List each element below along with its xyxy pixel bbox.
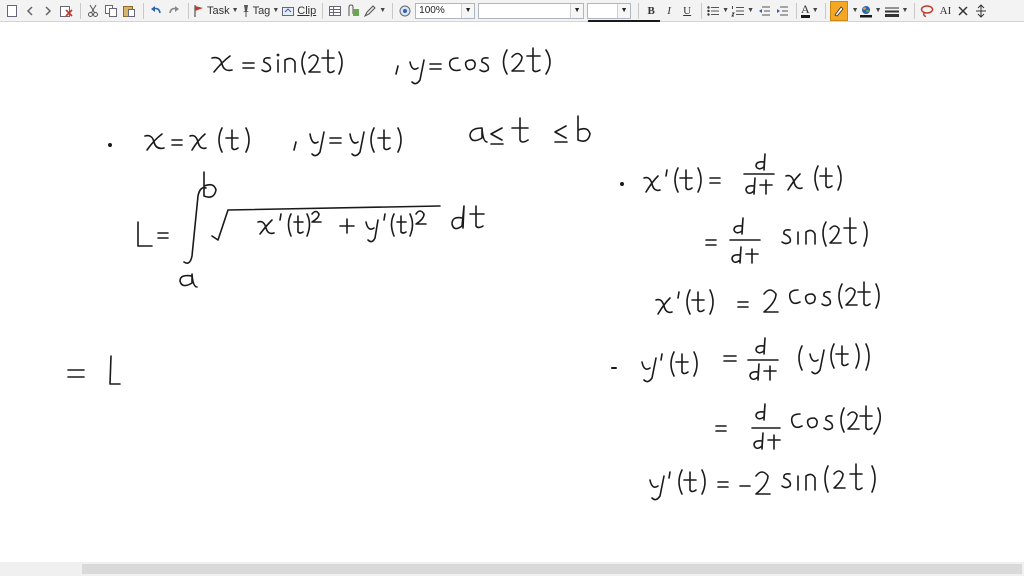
flag-icon (194, 4, 203, 17)
superscript-button[interactable]: AΙ (937, 2, 953, 20)
chevron-down-icon: ▼ (617, 3, 631, 18)
next-page-icon[interactable] (40, 2, 56, 20)
chevron-down-icon: ▼ (851, 7, 859, 14)
toolbar-separator (392, 2, 394, 19)
expand-vertical-icon[interactable] (973, 2, 989, 20)
toolbar-separator (188, 2, 189, 19)
zoom-select[interactable]: 100% ▼ (415, 2, 476, 19)
zoom-value: 100% (419, 5, 445, 16)
paste-icon[interactable] (121, 2, 137, 20)
task-button[interactable]: Task ▼ (193, 2, 239, 20)
clip-label: Clip (297, 4, 317, 17)
equation-line-2 (108, 115, 591, 157)
toolbar-separator (80, 2, 81, 19)
copy-icon[interactable] (103, 2, 119, 20)
horizontal-scrollbar[interactable] (0, 562, 1024, 576)
redo-icon[interactable] (166, 2, 182, 20)
chevron-down-icon: ▼ (747, 7, 755, 14)
derivative-x-result (655, 281, 880, 315)
table-icon[interactable] (327, 2, 343, 20)
line-width-icon[interactable]: ▼ (884, 2, 909, 20)
derivative-x-step (705, 217, 868, 264)
bold-button[interactable]: B (643, 2, 659, 20)
derivative-x (619, 153, 842, 195)
text-color-button[interactable]: A ▼ (801, 2, 819, 20)
toolbar-separator (824, 2, 826, 19)
derivative-y (611, 337, 870, 383)
numbered-list-icon[interactable]: ▼ (731, 2, 754, 20)
undo-icon[interactable] (148, 2, 164, 20)
toolbar-separator (322, 2, 324, 19)
result-partial (67, 355, 121, 385)
toolbar-separator (638, 2, 640, 19)
clip-button[interactable]: Clip (281, 2, 316, 20)
toolbar: Task ▼ Tag ▼ Clip ▼ 100% ▼ ▼ ▼ B I U ▼ ▼… (0, 0, 1024, 22)
decrease-indent-icon[interactable] (756, 2, 772, 20)
ink-layer (67, 47, 882, 501)
pen-color-icon[interactable]: ▼ (859, 2, 882, 20)
text-color-glyph: A (801, 1, 810, 18)
task-label: Task (207, 4, 230, 17)
font-size-select[interactable]: ▼ (587, 2, 632, 19)
bullet-list-icon[interactable]: ▼ (706, 2, 729, 20)
cut-icon[interactable] (85, 2, 101, 20)
chevron-down-icon: ▼ (272, 7, 280, 14)
previous-page-icon[interactable] (22, 2, 38, 20)
scrollbar-thumb[interactable] (82, 564, 1022, 574)
toolbar-separator (143, 2, 144, 19)
derivative-y-step (715, 403, 882, 450)
chevron-down-icon: ▼ (901, 7, 909, 14)
chevron-down-icon: ▼ (379, 7, 387, 14)
chevron-down-icon: ▼ (231, 7, 239, 14)
increase-indent-icon[interactable] (774, 2, 790, 20)
clip-icon (282, 6, 295, 16)
chevron-down-icon: ▼ (722, 7, 730, 14)
pin-icon (242, 4, 249, 17)
new-page-icon[interactable] (4, 2, 20, 20)
chevron-down-icon: ▼ (811, 7, 819, 14)
tag-label: Tag (252, 4, 271, 17)
italic-button[interactable]: I (661, 2, 677, 20)
handwriting-canvas[interactable] (0, 22, 1024, 562)
tag-button[interactable]: Tag ▼ (241, 2, 280, 20)
lasso-icon[interactable] (919, 2, 935, 20)
arc-length-formula (137, 171, 485, 288)
underline-button[interactable]: U (679, 2, 695, 20)
derivative-y-result (649, 463, 876, 501)
zoom-icon[interactable] (397, 2, 413, 20)
highlighter-icon[interactable] (829, 0, 848, 21)
equation-line-1 (211, 47, 551, 85)
toolbar-separator (796, 2, 798, 19)
toolbar-separator (914, 2, 916, 19)
font-family-select[interactable]: ▼ (478, 2, 585, 19)
chevron-down-icon: ▼ (570, 3, 584, 18)
clear-formatting-icon[interactable] (955, 2, 971, 20)
chevron-down-icon: ▼ (874, 7, 882, 14)
toolbar-separator (701, 2, 703, 19)
delete-page-icon[interactable] (58, 2, 74, 20)
chevron-down-icon: ▼ (461, 3, 475, 18)
pen-icon[interactable]: ▼ (363, 2, 386, 20)
attach-file-icon[interactable] (345, 2, 361, 20)
